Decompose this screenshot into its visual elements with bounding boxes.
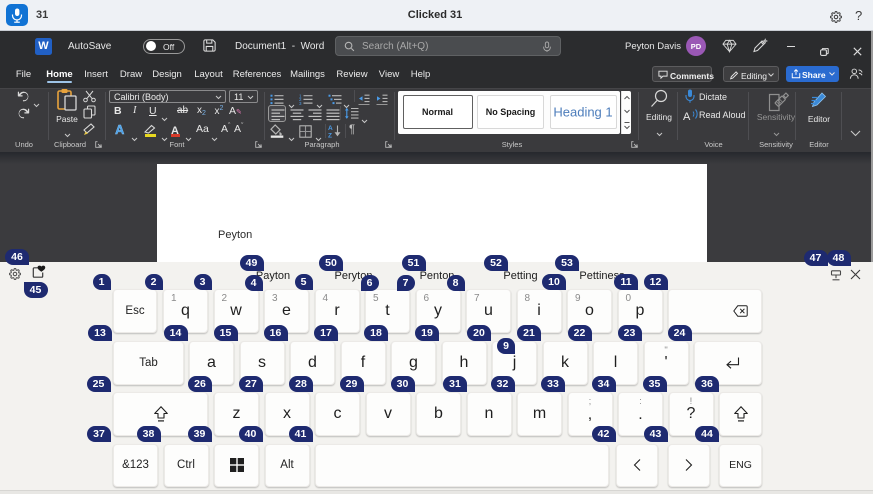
- svg-text:A: A: [328, 125, 333, 132]
- svg-text:3: 3: [299, 100, 302, 104]
- svg-text:Z: Z: [328, 133, 332, 139]
